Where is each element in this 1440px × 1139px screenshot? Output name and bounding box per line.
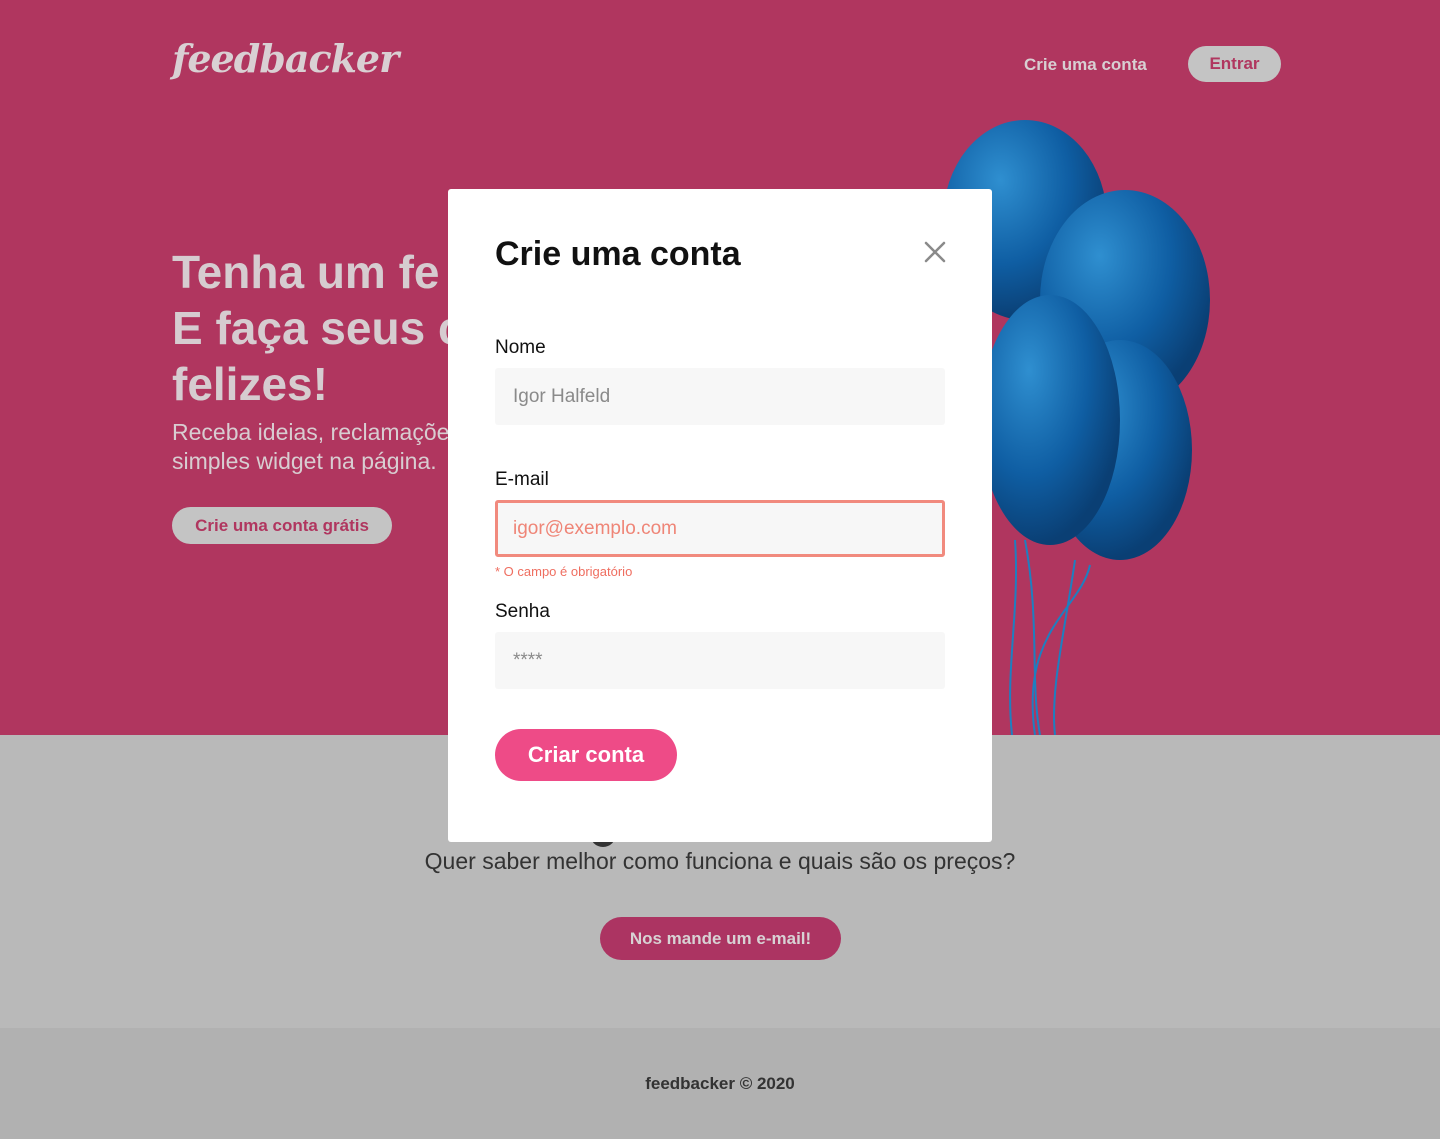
email-label: E-mail — [495, 469, 549, 490]
nav-create-account-link[interactable]: Crie uma conta — [1024, 55, 1147, 75]
email-input[interactable] — [495, 500, 945, 557]
logo[interactable]: feedbacker — [172, 36, 399, 81]
footer-copyright: feedbacker © 2020 — [645, 1074, 795, 1093]
login-button[interactable]: Entrar — [1188, 46, 1281, 82]
password-label: Senha — [495, 601, 550, 622]
hero-create-account-button[interactable]: Crie uma conta grátis — [172, 507, 392, 544]
password-input[interactable] — [495, 632, 945, 689]
email-error-message: * O campo é obrigatório — [495, 564, 633, 579]
footer: feedbacker © 2020 — [0, 1028, 1440, 1139]
pricing-question: Quer saber melhor como funciona e quais … — [424, 848, 1016, 874]
name-label: Nome — [495, 337, 546, 358]
name-input[interactable] — [495, 368, 945, 425]
close-icon[interactable] — [922, 239, 948, 265]
modal-title: Crie uma conta — [495, 235, 741, 273]
create-account-submit-button[interactable]: Criar conta — [495, 729, 677, 781]
send-email-button[interactable]: Nos mande um e-mail! — [600, 917, 841, 960]
create-account-modal: Crie uma conta Nome E-mail * O campo é o… — [448, 189, 992, 842]
